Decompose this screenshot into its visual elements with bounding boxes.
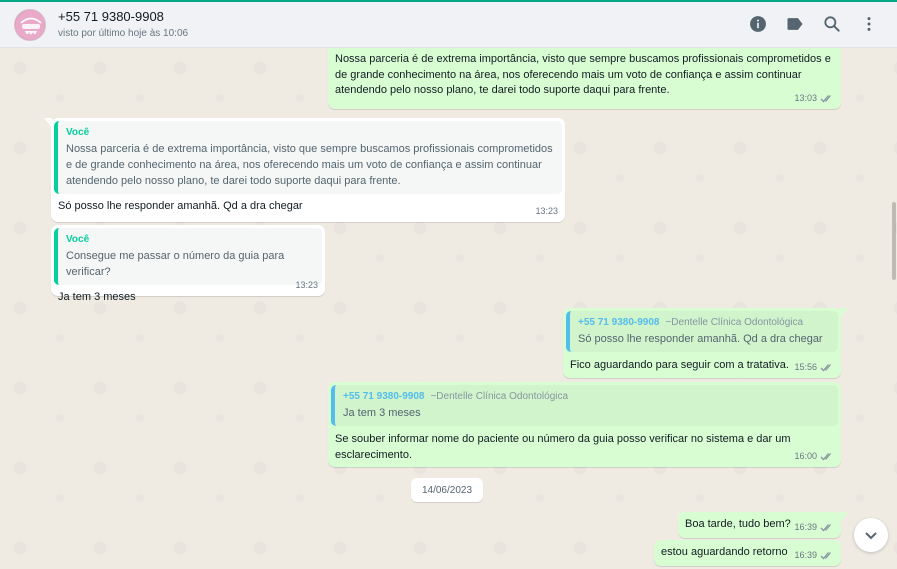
message-time: 16:39 (794, 521, 817, 532)
message-time: 13:03 (794, 92, 817, 103)
quoted-message[interactable]: +55 71 9380-9908 ~Dentelle Clínica Odonto… (331, 385, 838, 426)
quote-author: Você (66, 127, 90, 138)
double-check-icon (820, 452, 831, 461)
double-check-icon (820, 363, 831, 372)
message-meta: 13:23 (535, 204, 558, 220)
search-messages-button[interactable] (820, 12, 844, 36)
chat-header: +55 71 9380-9908 visto por último hoje à… (0, 0, 897, 48)
message-incoming[interactable]: Você Consegue me passar o número da guia… (51, 225, 325, 303)
message-meta: 16:39 (794, 520, 834, 536)
label-chat-button[interactable] (783, 12, 807, 36)
chat-menu-button[interactable] (857, 12, 881, 36)
message-incoming[interactable]: Você Nossa parceria é de extrema importâ… (44, 118, 565, 222)
message-time: 13:23 (295, 279, 318, 290)
double-check-icon (820, 551, 831, 560)
contact-info-button[interactable] (746, 12, 770, 36)
search-icon (824, 16, 840, 32)
quote-text: Ja tem 3 meses (343, 407, 421, 419)
message-outgoing[interactable]: Boa tarde, tudo bem? 16:39 (678, 512, 848, 538)
info-icon (750, 16, 766, 32)
chevron-down-icon (865, 532, 877, 540)
quoted-message[interactable]: Você Nossa parceria é de extrema importâ… (54, 121, 562, 194)
message-meta: 13:03 (794, 91, 834, 107)
last-seen-status: visto por último hoje às 10:06 (58, 28, 189, 39)
message-time: 13:23 (535, 205, 558, 216)
quote-text: Nossa parceria é de extrema importância,… (66, 143, 553, 187)
double-check-icon (820, 523, 831, 532)
bubble-tail (840, 512, 848, 522)
double-check-icon (820, 94, 831, 103)
quote-author-subtitle: ~Dentelle Clínica Odontológica (430, 391, 569, 402)
scrollbar-thumb[interactable] (892, 202, 896, 280)
message-meta: 13:23 (295, 278, 318, 294)
message-text: Ja tem 3 meses (58, 291, 136, 303)
quote-author-subtitle: ~Dentelle Clínica Odontológica (665, 317, 804, 328)
message-text: Só posso lhe responder amanhã. Qd a dra … (58, 200, 303, 212)
quote-author: +55 71 9380-9908 ~Dentelle Clínica Odonto… (578, 317, 804, 328)
quote-text: Só posso lhe responder amanhã. Qd a dra … (578, 333, 823, 345)
message-outgoing[interactable]: +55 71 9380-9908 ~Dentelle Clínica Odonto… (328, 382, 841, 467)
menu-dots-icon (867, 17, 871, 31)
label-icon (787, 18, 803, 30)
message-meta: 16:39 (794, 548, 834, 564)
quoted-message[interactable]: Você Consegue me passar o número da guia… (54, 228, 322, 285)
contact-name[interactable]: +55 71 9380-9908 (58, 9, 164, 24)
quoted-message[interactable]: +55 71 9380-9908 ~Dentelle Clínica Odonto… (566, 311, 838, 352)
message-outgoing[interactable]: estou aguardando retorno 16:39 (654, 540, 841, 566)
message-text: Se souber informar nome do paciente ou n… (335, 433, 791, 461)
message-text: Nossa parceria é de extrema importância,… (335, 53, 831, 96)
message-list[interactable]: Nossa parceria é de extrema importância,… (0, 48, 897, 569)
message-meta: 15:56 (794, 360, 834, 376)
message-time: 15:56 (794, 361, 817, 372)
message-outgoing[interactable]: +55 71 9380-9908 ~Dentelle Clínica Odonto… (563, 308, 848, 378)
quote-author: +55 71 9380-9908 ~Dentelle Clínica Odonto… (343, 391, 569, 402)
date-divider: 14/06/2023 (411, 478, 483, 502)
quote-author: Você (66, 234, 90, 245)
avatar[interactable] (14, 9, 46, 41)
message-meta: 16:00 (794, 449, 834, 465)
scroll-to-bottom-button[interactable] (854, 518, 888, 552)
avatar-logo-icon (15, 10, 45, 40)
bubble-tail (840, 308, 848, 318)
message-time: 16:00 (794, 450, 817, 461)
bubble-tail (44, 118, 52, 128)
message-outgoing[interactable]: Nossa parceria é de extrema importância,… (328, 48, 841, 109)
quote-text: Consegue me passar o número da guia para… (66, 250, 285, 278)
scrollbar-track[interactable] (891, 48, 897, 569)
message-time: 16:39 (794, 549, 817, 560)
